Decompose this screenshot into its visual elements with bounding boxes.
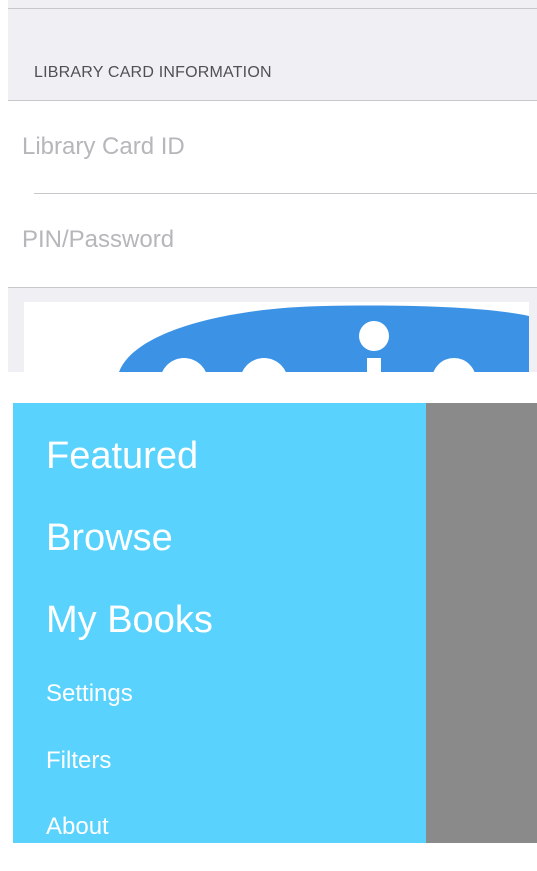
library-card-field-group xyxy=(8,100,537,288)
library-card-form-panel: LIBRARY CARD INFORMATION xyxy=(8,0,537,372)
section-header-library-card: LIBRARY CARD INFORMATION xyxy=(34,64,272,81)
side-menu-panel: Featured Browse My Books Settings Filter… xyxy=(13,403,537,843)
screen: LIBRARY CARD INFORMATION Featured xyxy=(0,0,537,871)
menu-item-my-books[interactable]: My Books xyxy=(46,599,213,642)
pin-password-input[interactable] xyxy=(22,226,502,254)
library-card-id-row[interactable] xyxy=(22,101,537,193)
library-app-logo-icon xyxy=(24,302,529,372)
menu-item-settings[interactable]: Settings xyxy=(46,680,133,708)
side-menu: Featured Browse My Books Settings Filter… xyxy=(13,403,426,843)
menu-item-featured[interactable]: Featured xyxy=(46,435,198,478)
pin-password-row[interactable] xyxy=(22,194,537,286)
menu-item-about[interactable]: About xyxy=(46,813,109,841)
library-card-id-input[interactable] xyxy=(22,133,502,161)
menu-item-browse[interactable]: Browse xyxy=(46,517,173,560)
content-dim-overlay[interactable] xyxy=(426,403,537,843)
menu-item-filters[interactable]: Filters xyxy=(46,747,111,775)
navigation-bar-bottom-border xyxy=(8,8,537,9)
